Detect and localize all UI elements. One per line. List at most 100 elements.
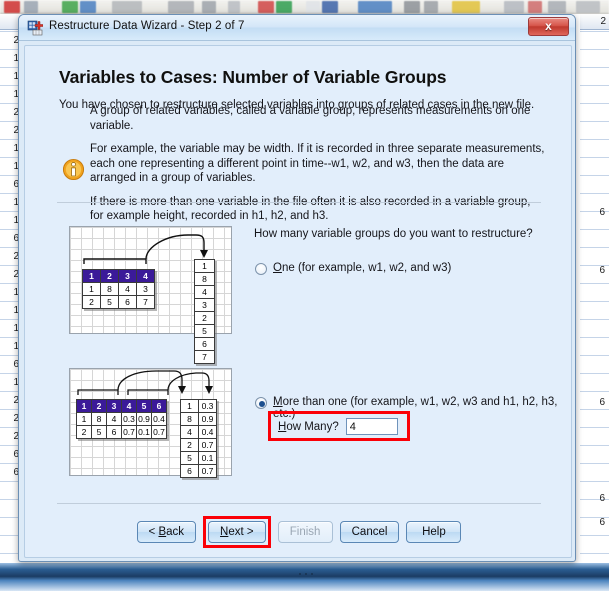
cell: 0.9 [136, 412, 152, 426]
cell: 5 [100, 295, 119, 309]
next-button-wrap: Next > [203, 516, 271, 548]
sheet-cell: 2 [13, 35, 19, 46]
cell: 0.3 [198, 399, 217, 413]
cell: 3 [136, 282, 155, 296]
cell: 2 [82, 295, 101, 309]
close-button[interactable]: x [528, 17, 569, 36]
cancel-button-label: Cancel [351, 526, 388, 538]
info-icon [62, 158, 85, 181]
cell: 2 [194, 311, 215, 325]
table-row: 1 [194, 259, 215, 273]
diagram-many-result-table: 1 0.3 8 0.9 4 0.4 2 0.7 5 0.1 6 0.7 [180, 399, 217, 478]
spss-restructure-icon [27, 20, 43, 36]
cell: 8 [91, 412, 107, 426]
finish-button: Finish [277, 521, 333, 543]
help-button[interactable]: Help [406, 521, 462, 543]
cell: 2 [76, 425, 92, 439]
radio-option-one[interactable]: One (for example, w1, w2, and w3) [255, 262, 451, 275]
cell: 0.3 [121, 412, 137, 426]
cell: 5 [91, 425, 107, 439]
cell: 3 [106, 399, 122, 413]
radio-indicator-one[interactable] [255, 263, 267, 275]
dialog-title-bar[interactable]: Restructure Data Wizard - Step 2 of 7 x [19, 15, 575, 41]
cell: 4 [194, 285, 215, 299]
cell: 1 [180, 399, 199, 413]
sheet-cell: 6 [599, 397, 605, 408]
sheet-column-right[interactable]: 2 6 6 6 6 6 [580, 14, 609, 577]
sheet-cell: 1 [13, 71, 19, 82]
cell: 8 [194, 272, 215, 286]
cell: 4 [136, 269, 155, 283]
cell: 6 [151, 399, 167, 413]
next-button-label: Next > [220, 526, 254, 538]
radio-indicator-more-than-one[interactable] [255, 397, 267, 409]
cell: 6 [194, 337, 215, 351]
diagram-one-group: 1 2 3 4 1 8 4 3 2 5 6 7 1 8 4 3 2 5 6 7 [69, 226, 232, 364]
sheet-cell: 2 [13, 251, 19, 262]
cell: 0.7 [198, 438, 217, 452]
sheet-cell: 6 [599, 265, 605, 276]
sheet-cell: 2 [13, 125, 19, 136]
sheet-cell: 1 [13, 377, 19, 388]
cell: 8 [180, 412, 199, 426]
table-row: 1 2 3 4 5 6 [76, 399, 167, 413]
cell: 1 [76, 412, 92, 426]
table-row: 2 5 6 7 [82, 295, 155, 309]
cancel-button[interactable]: Cancel [339, 521, 400, 543]
diagram-many-groups: 1 2 3 4 5 6 1 8 4 0.3 0.9 0.4 2 5 6 0.7 … [69, 368, 232, 478]
table-row: 6 [194, 337, 215, 351]
cell: 7 [136, 295, 155, 309]
label-rest: ne (for example, w1, w2, and w3) [281, 262, 452, 274]
table-row: 3 [194, 298, 215, 312]
cell: 5 [136, 399, 152, 413]
info-paragraph-2: For example, the variable may be width. … [90, 143, 545, 184]
cell: 6 [118, 295, 137, 309]
sheet-cell: 1 [13, 143, 19, 154]
table-row: 8 [194, 272, 215, 286]
spss-toolbar[interactable] [0, 0, 609, 14]
cancel-button-wrap: Cancel [339, 521, 400, 543]
cell: 0.1 [198, 451, 217, 465]
cell: 0.7 [121, 425, 137, 439]
diagram-one-source-table: 1 2 3 4 1 8 4 3 2 5 6 7 [82, 269, 155, 309]
table-row: 6 0.7 [180, 464, 217, 478]
cell: 3 [194, 298, 215, 312]
question-label: How many variable groups do you want to … [254, 228, 533, 240]
cell: 6 [180, 464, 199, 478]
next-button[interactable]: Next > [208, 521, 266, 543]
sheet-cell: 1 [13, 53, 19, 64]
sheet-cell: 6 [13, 467, 19, 478]
divider-top [57, 202, 541, 203]
back-button[interactable]: < Back [136, 521, 197, 543]
cell: 1 [76, 399, 92, 413]
sheet-cell: 6 [13, 179, 19, 190]
sheet-cell: 1 [13, 197, 19, 208]
cell: 4 [121, 399, 137, 413]
column-right-header-value: 2 [600, 16, 606, 27]
sheet-cell: 6 [599, 493, 605, 504]
sheet-cell: 1 [13, 323, 19, 334]
cell: 1 [194, 259, 215, 273]
page-title: Variables to Cases: Number of Variable G… [59, 67, 447, 87]
back-button-label: < Back [148, 526, 185, 538]
table-row: 1 8 4 3 [82, 282, 155, 296]
sheet-cell: 6 [13, 359, 19, 370]
how-many-input[interactable] [345, 418, 398, 435]
column-header-right: 2 [580, 14, 609, 30]
cell: 5 [180, 451, 199, 465]
table-row: 7 [194, 350, 215, 364]
radio-option-one-label: One (for example, w1, w2, and w3) [273, 262, 451, 274]
sheet-cell: 2 [13, 107, 19, 118]
cell: 4 [106, 412, 122, 426]
table-row: 1 2 3 4 [82, 269, 155, 283]
sheet-cell: 2 [13, 413, 19, 424]
dialog-body: Variables to Cases: Number of Variable G… [24, 45, 572, 558]
sheet-cell: 6 [13, 233, 19, 244]
table-row: 4 0.4 [180, 425, 217, 439]
how-many-row: How Many? [278, 418, 398, 435]
finish-button-wrap: Finish [277, 521, 333, 543]
restructure-data-wizard-dialog: Restructure Data Wizard - Step 2 of 7 x … [18, 14, 576, 562]
cell: 2 [180, 438, 199, 452]
close-icon: x [545, 19, 552, 33]
resize-grip-icon[interactable] [297, 572, 314, 576]
